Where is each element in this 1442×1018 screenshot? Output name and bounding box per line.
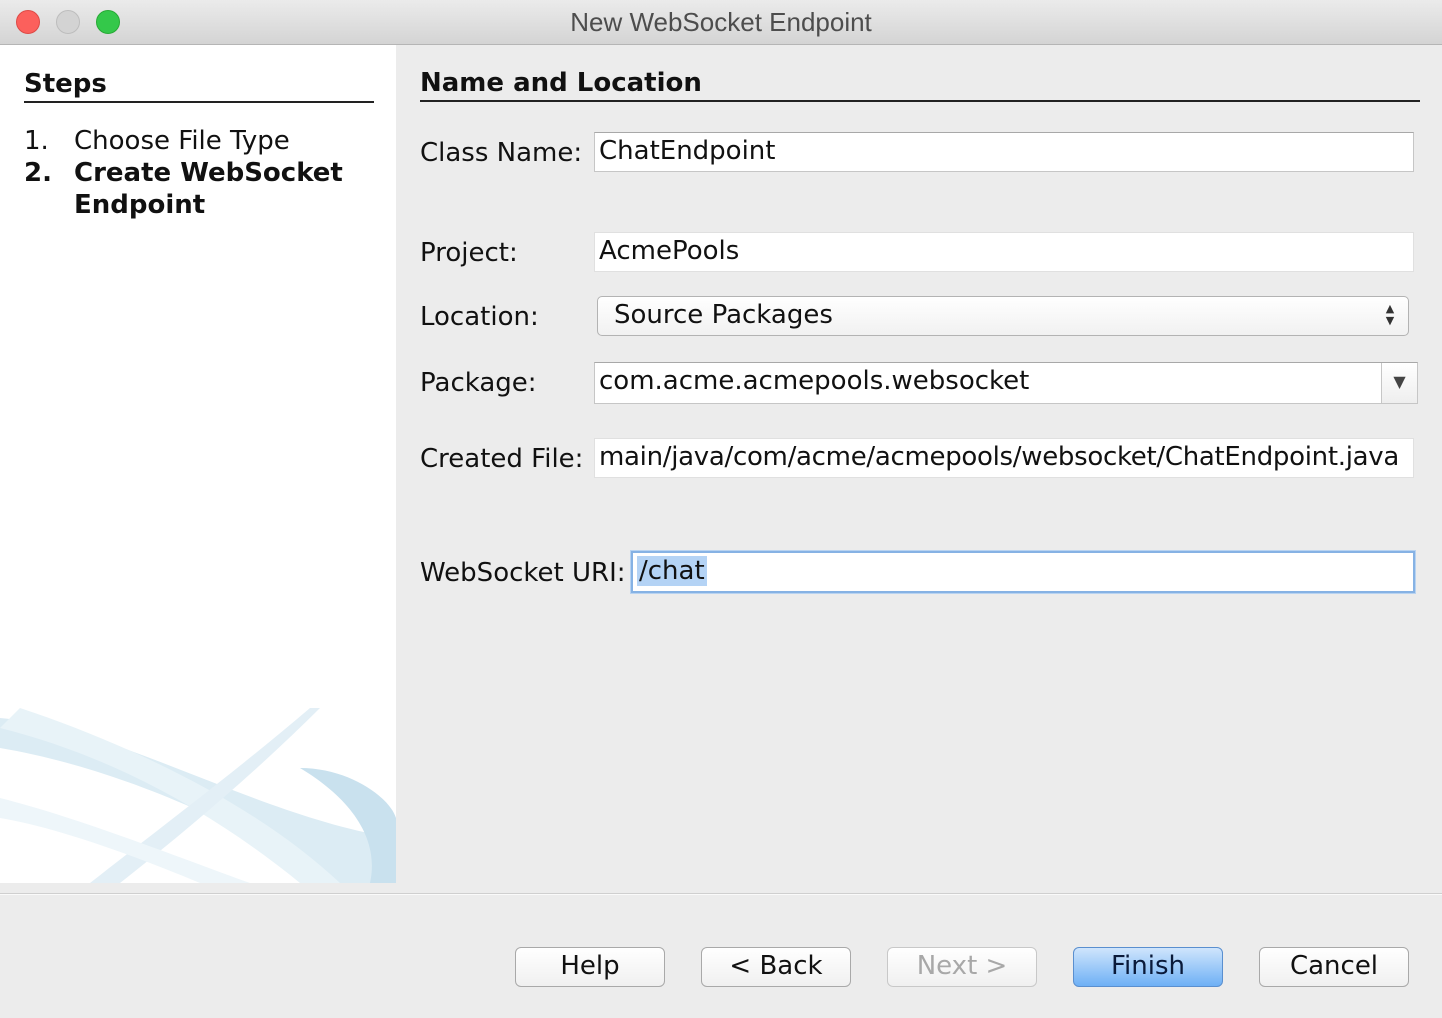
websocket-uri-value: /chat <box>637 556 707 586</box>
next-button[interactable]: Next > <box>887 947 1037 987</box>
step-number: 2. <box>24 158 52 188</box>
cancel-button[interactable]: Cancel <box>1259 947 1409 987</box>
footer-divider <box>0 893 1442 895</box>
project-field: AcmePools <box>594 232 1414 272</box>
chevron-down-icon[interactable]: ▼ <box>1381 363 1417 403</box>
package-label: Package: <box>420 368 537 398</box>
finish-button[interactable]: Finish <box>1073 947 1223 987</box>
created-file-field: main/java/com/acme/acmepools/websocket/C… <box>594 438 1414 478</box>
decorative-swoosh-graphic <box>0 708 396 883</box>
package-value: com.acme.acmepools.websocket <box>599 366 1030 396</box>
help-button[interactable]: Help <box>515 947 665 987</box>
section-heading: Name and Location <box>420 68 1420 102</box>
location-label: Location: <box>420 302 539 332</box>
step-label: Choose File Type <box>74 126 290 156</box>
title-bar: New WebSocket Endpoint <box>0 0 1442 45</box>
step-number: 1. <box>24 126 49 156</box>
step-item-choose-file-type: 1. Choose File Type <box>24 125 290 157</box>
location-selected-value: Source Packages <box>614 300 833 330</box>
class-name-input[interactable]: ChatEndpoint <box>594 132 1414 172</box>
created-file-label: Created File: <box>420 444 584 474</box>
websocket-uri-input[interactable]: /chat <box>631 551 1415 593</box>
websocket-uri-label: WebSocket URI: <box>420 558 626 588</box>
updown-arrows-icon: ▲ ▼ <box>1385 302 1395 327</box>
step-item-create-websocket-endpoint: 2. Create WebSocket Endpoint <box>24 157 354 221</box>
back-button[interactable]: < Back <box>701 947 851 987</box>
step-label: Create WebSocket Endpoint <box>74 158 343 220</box>
package-combobox[interactable]: com.acme.acmepools.websocket ▼ <box>594 362 1418 404</box>
steps-heading: Steps <box>24 69 374 103</box>
class-name-label: Class Name: <box>420 138 583 168</box>
project-label: Project: <box>420 238 518 268</box>
location-select[interactable]: Source Packages ▲ ▼ <box>597 296 1409 336</box>
steps-panel: Steps 1. Choose File Type 2. Create WebSoc… <box>0 45 396 883</box>
window-title: New WebSocket Endpoint <box>570 7 872 37</box>
